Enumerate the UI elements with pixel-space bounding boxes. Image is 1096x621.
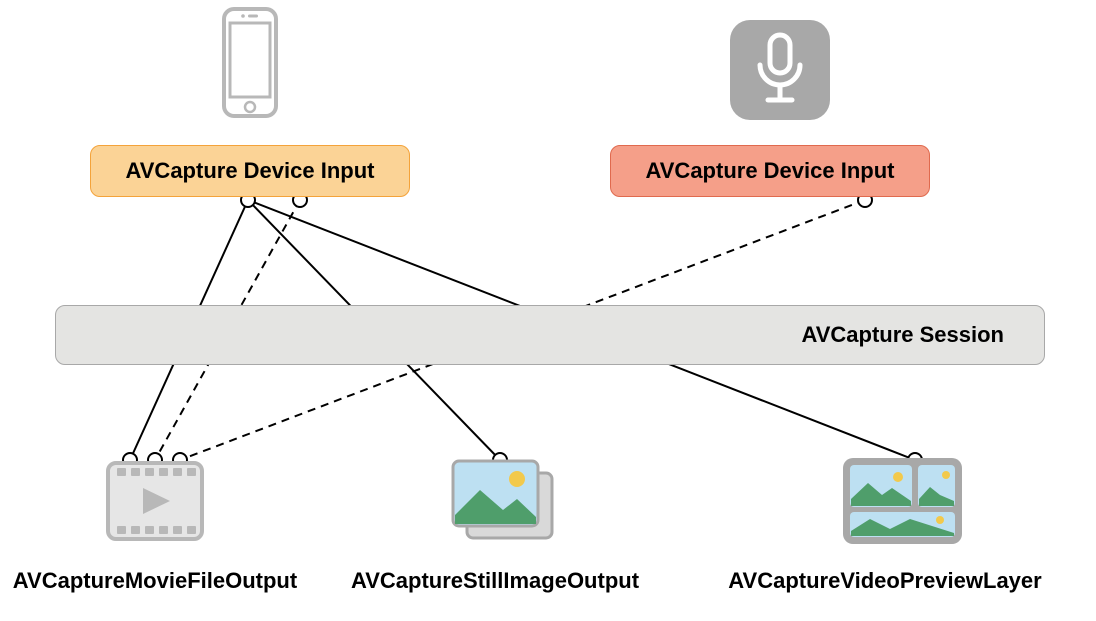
- capture-session-label: AVCapture Session: [801, 322, 1004, 348]
- output-still-label: AVCaptureStillImageOutput: [320, 568, 670, 594]
- device-input-right-label: AVCapture Device Input: [646, 158, 895, 184]
- output-movie-label: AVCaptureMovieFileOutput: [5, 568, 305, 594]
- phone-icon: [220, 5, 280, 125]
- microphone-icon: [730, 20, 830, 125]
- device-input-left: AVCapture Device Input: [90, 145, 410, 197]
- device-input-left-label: AVCapture Device Input: [126, 158, 375, 184]
- output-preview-label: AVCaptureVideoPreviewLayer: [680, 568, 1090, 594]
- photo-stack-icon: [445, 455, 560, 552]
- film-strip-icon: [105, 460, 205, 547]
- device-input-right: AVCapture Device Input: [610, 145, 930, 197]
- capture-session-bar: AVCapture Session: [55, 305, 1045, 365]
- preview-grid-icon: [840, 455, 965, 552]
